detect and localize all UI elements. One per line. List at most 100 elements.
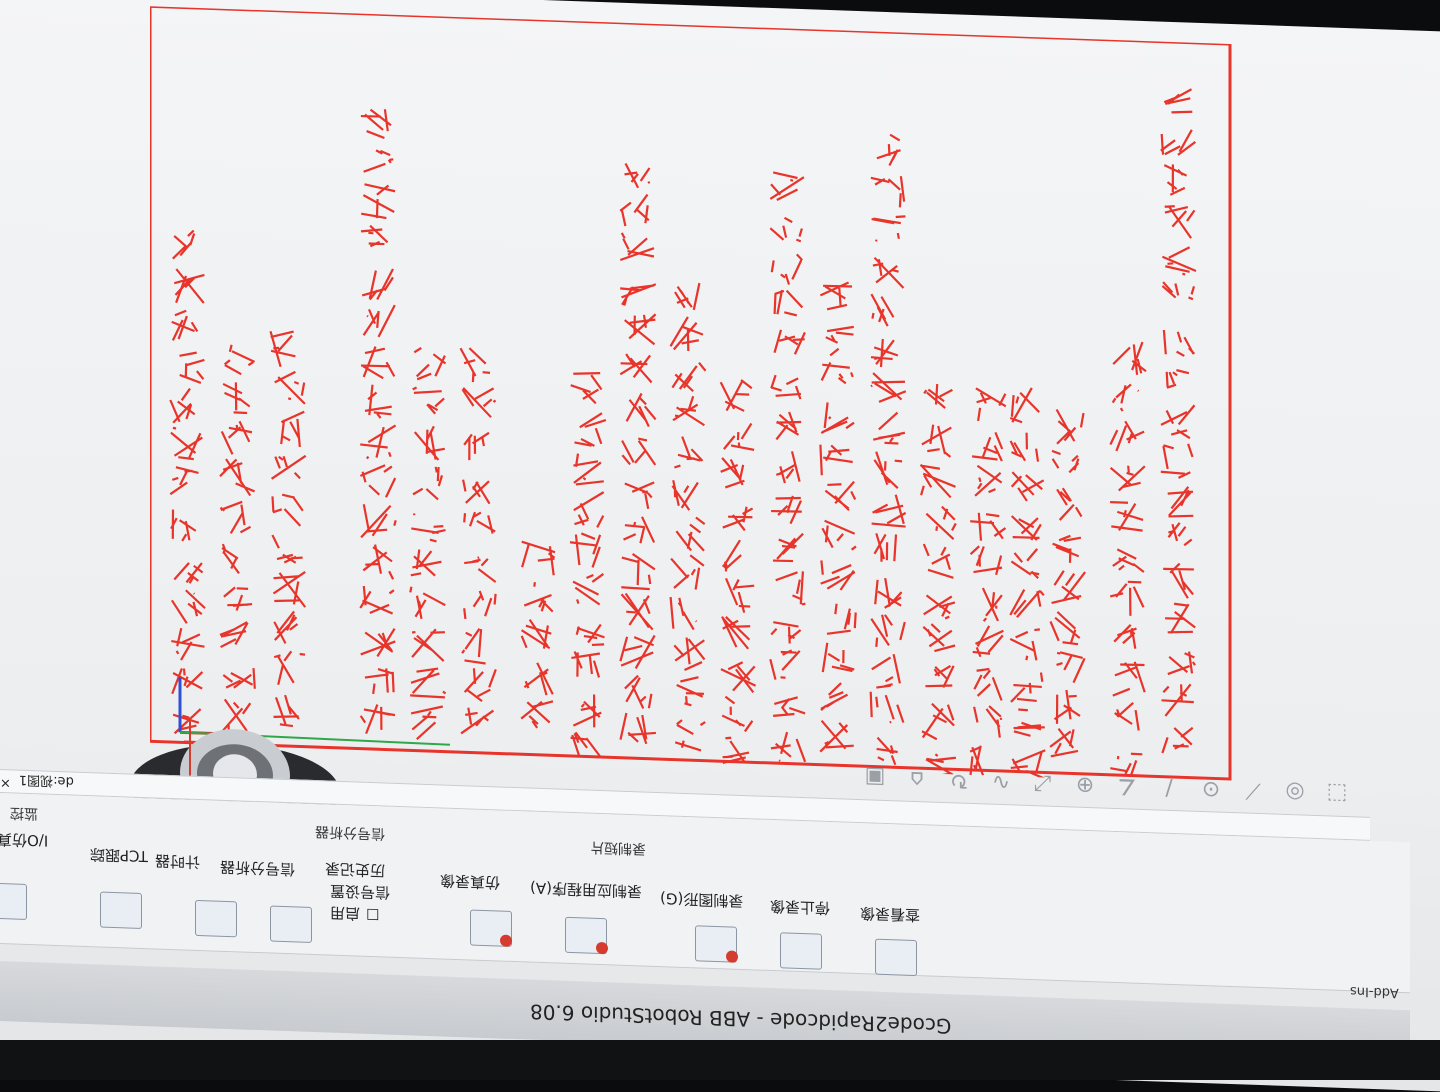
snap-icon[interactable]: ◎: [1282, 779, 1308, 805]
line-icon[interactable]: ∕: [1156, 775, 1182, 801]
glyph-stroke: [722, 506, 754, 532]
glyph-stroke: [872, 256, 905, 289]
timer-button[interactable]: 计时器: [155, 850, 200, 873]
tab-add-ins[interactable]: Add-Ins: [1350, 983, 1399, 1000]
glyph-stroke: [670, 554, 705, 590]
close-icon[interactable]: ×: [0, 771, 11, 790]
camera-icon[interactable]: ▣: [862, 765, 888, 791]
glyph-stroke: [1165, 602, 1196, 634]
glyph-stroke: [1163, 164, 1188, 196]
glyph-stroke: [922, 623, 956, 653]
glyph-stroke: [921, 702, 955, 741]
measure-icon[interactable]: ⟋: [1240, 778, 1266, 804]
glyph-stroke: [411, 513, 446, 543]
graphics-viewport[interactable]: [148, 4, 1240, 784]
freehand-icon[interactable]: ∿: [988, 769, 1014, 795]
glyph-stroke: [925, 505, 957, 540]
glyph-stroke: [462, 479, 491, 505]
glyph-stroke: [873, 533, 898, 562]
glyph-stroke: [721, 616, 751, 650]
glyph-stroke: [819, 444, 853, 476]
rotate-icon[interactable]: ↻: [946, 768, 972, 794]
robotstudio-screen: ⬚ ◎ ⟋ ⊙ ∕ ∠ ⊕ ⤢ ∿ ↻ ⌂ ▣ de:视图1 × I/O仿真器 …: [0, 0, 1440, 1092]
glyph-stroke: [624, 674, 653, 709]
glyph-stroke: [773, 289, 804, 317]
glyph-stroke: [623, 516, 656, 544]
glyph-stroke: [1056, 651, 1086, 684]
tcp-trace-button[interactable]: TCP跟踪: [90, 844, 148, 867]
select-icon[interactable]: ⬚: [1324, 781, 1350, 807]
glyph-stroke: [270, 454, 307, 480]
glyph-stroke: [1160, 443, 1194, 479]
glyph-stroke: [772, 532, 804, 563]
glyph-stroke: [973, 705, 1003, 738]
glyph-stroke: [222, 382, 251, 415]
io-simulator-icon[interactable]: [0, 882, 27, 920]
monitor-group-label: 监控: [10, 804, 38, 822]
stop-record-icon[interactable]: [780, 932, 822, 970]
glyph-stroke: [824, 480, 857, 511]
glyph-stroke: [669, 597, 698, 631]
signal-analyzer-button[interactable]: 信号分析器: [220, 857, 295, 881]
glyph-stroke: [925, 664, 955, 688]
glyph-stroke: [1160, 404, 1196, 440]
gcode-path-plot: [148, 4, 1232, 781]
glyph-stroke: [876, 133, 901, 167]
signal-analyzer-icon[interactable]: [270, 905, 312, 943]
distance-icon[interactable]: ⤢: [1030, 771, 1056, 797]
glyph-stroke: [412, 386, 445, 415]
point-icon[interactable]: ⊙: [1198, 776, 1224, 803]
glyph-stroke: [220, 420, 253, 455]
glyph-stroke: [463, 511, 496, 534]
glyph-stroke: [872, 411, 906, 445]
timer-icon[interactable]: [195, 899, 237, 938]
view-record-icon[interactable]: [875, 938, 917, 977]
glyph-stroke: [674, 436, 704, 469]
glyph-stroke: [463, 590, 497, 619]
angle-icon[interactable]: ∠: [1114, 773, 1140, 800]
record-graphics-button[interactable]: 录制图形(G): [660, 888, 743, 912]
record-app-button[interactable]: 录制应用程序(A): [530, 878, 642, 903]
glyph-stroke: [625, 392, 657, 428]
record-dot-icon: [726, 950, 738, 963]
center-icon[interactable]: ⊕: [1072, 772, 1098, 798]
glyph-stroke: [1009, 628, 1041, 661]
glyph-stroke: [464, 556, 497, 583]
glyph-stroke: [271, 493, 304, 527]
glyph-stroke: [573, 491, 605, 528]
glyph-stroke: [870, 293, 895, 327]
document-tab[interactable]: de:视图1 ×: [0, 771, 74, 793]
glyph-stroke: [219, 500, 252, 534]
glyph-stroke: [923, 383, 953, 409]
glyph-stroke: [360, 628, 396, 658]
glyph-stroke: [773, 329, 806, 355]
glyph-stroke: [170, 589, 206, 624]
glyph-stroke: [572, 694, 602, 728]
glyph-stroke: [1053, 689, 1081, 724]
glyph-stroke: [826, 603, 857, 635]
stop-record-button[interactable]: 停止录像: [770, 896, 830, 919]
glyph-stroke: [1161, 281, 1196, 301]
glyph-stroke: [411, 628, 445, 662]
tcp-trace-icon[interactable]: [100, 891, 142, 930]
glyph-stroke: [360, 224, 389, 248]
simulation-record-button[interactable]: 仿真录像: [440, 870, 500, 893]
home-icon[interactable]: ⌂: [904, 766, 930, 792]
glyph-stroke: [359, 464, 397, 498]
io-simulator-button[interactable]: I/O仿真器: [0, 828, 48, 851]
enable-checkbox[interactable]: ☐ 启用: [330, 903, 379, 926]
glyph-stroke: [972, 625, 1004, 658]
glyph-stroke: [1112, 548, 1145, 573]
glyph-stroke: [770, 621, 802, 644]
view-record-button[interactable]: 查看录像: [860, 903, 920, 926]
glyph-stroke: [1161, 683, 1194, 717]
history-button[interactable]: 历史记录: [325, 858, 385, 881]
glyph-stroke: [410, 549, 442, 577]
glyph-stroke: [874, 578, 903, 609]
signal-settings-button[interactable]: 信号设置: [330, 881, 390, 904]
glyph-stroke: [1165, 369, 1190, 389]
glyph-stroke: [573, 453, 604, 486]
glyph-stroke: [821, 519, 857, 551]
glyph-stroke: [410, 667, 447, 699]
glyph-stroke: [1049, 727, 1079, 758]
